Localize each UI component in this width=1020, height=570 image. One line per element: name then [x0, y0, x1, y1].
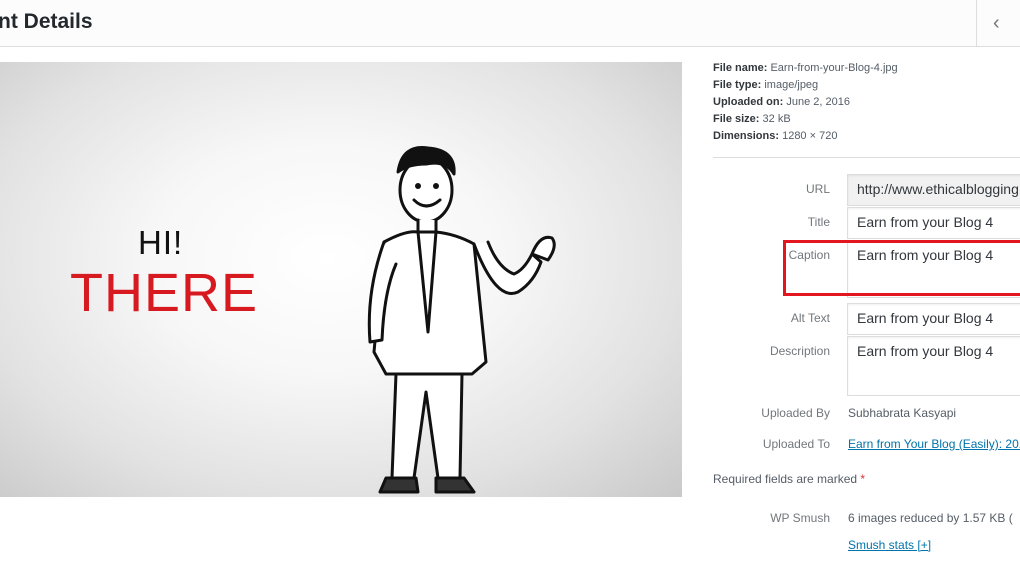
uploaded-on-row: Uploaded on: June 2, 2016 [713, 94, 898, 111]
url-field[interactable]: http://www.ethicalblogging [847, 174, 1020, 206]
file-type-label: File type: [713, 79, 762, 91]
dimensions-value: 1280 × 720 [782, 130, 838, 142]
file-size-value: 32 kB [762, 113, 791, 125]
title-field[interactable]: Earn from your Blog 4 [847, 207, 1020, 239]
caption-highlight-box [783, 240, 1020, 296]
previous-attachment-button[interactable]: ‹ [976, 0, 1020, 46]
uploaded-on-label: Uploaded on: [713, 96, 784, 108]
file-size-row: File size: 32 kB [713, 111, 898, 128]
cartoon-man-illustration [367, 146, 556, 494]
wp-smush-value: 6 images reduced by 1.57 KB ( [848, 511, 1013, 525]
alt-text-field[interactable]: Earn from your Blog 4 [847, 303, 1020, 335]
file-name-label: File name: [713, 62, 768, 74]
file-size-label: File size: [713, 113, 760, 125]
uploaded-to-link[interactable]: Earn from Your Blog (Easily): 201 [848, 437, 1020, 451]
chevron-left-icon: ‹ [993, 12, 1000, 34]
uploaded-on-value: June 2, 2016 [786, 96, 850, 108]
description-field[interactable]: Earn from your Blog 4 [847, 336, 1020, 396]
required-fields-text: Required fields are marked [713, 472, 858, 486]
page-title: nt Details [0, 10, 93, 33]
file-type-row: File type: image/jpeg [713, 77, 898, 94]
url-label: URL [805, 182, 830, 196]
image-text-there: THERE [70, 263, 259, 323]
details-divider [713, 157, 1020, 158]
description-label: Description [769, 344, 830, 358]
file-name-value: Earn-from-your-Blog-4.jpg [770, 62, 898, 74]
file-name-row: File name: Earn-from-your-Blog-4.jpg [713, 60, 898, 77]
file-type-value: image/jpeg [764, 79, 819, 91]
alt-text-label: Alt Text [790, 311, 830, 325]
title-label: Title [807, 215, 830, 229]
wp-smush-label: WP Smush [770, 511, 830, 525]
required-fields-note: Required fields are marked * [713, 472, 865, 486]
smush-stats-link[interactable]: Smush stats [+] [848, 538, 931, 552]
uploaded-by-value: Subhabrata Kasyapi [848, 406, 957, 420]
file-details: File name: Earn-from-your-Blog-4.jpg Fil… [713, 60, 898, 145]
attachment-preview-image: HI! THERE [0, 62, 682, 497]
required-star: * [860, 472, 866, 486]
attachment-details-header: nt Details ‹ [0, 0, 1020, 47]
uploaded-to-label: Uploaded To [762, 437, 830, 451]
image-text-hi: HI! [138, 224, 184, 261]
dimensions-label: Dimensions: [713, 130, 780, 142]
uploaded-by-label: Uploaded By [761, 406, 830, 420]
dimensions-row: Dimensions: 1280 × 720 [713, 128, 898, 145]
